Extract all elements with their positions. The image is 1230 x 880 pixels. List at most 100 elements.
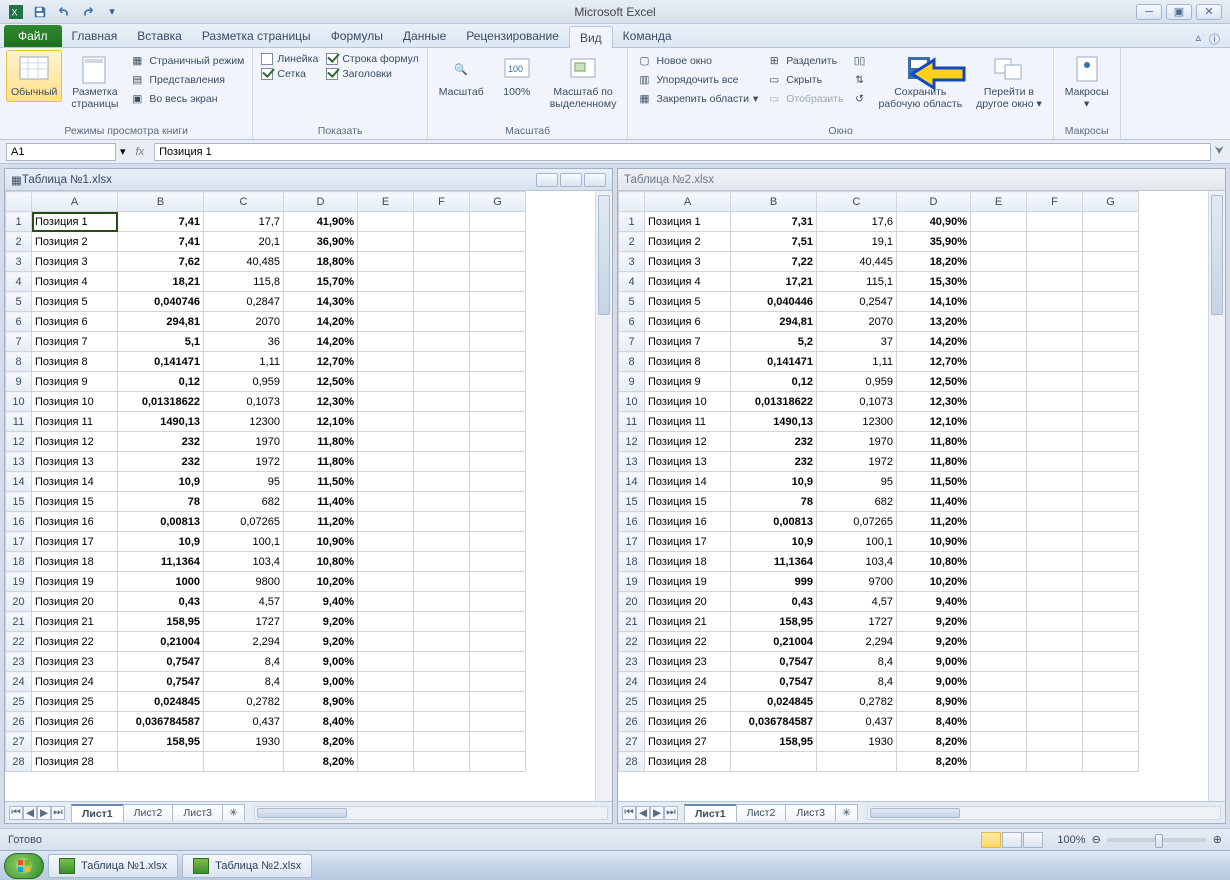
cell[interactable]: Позиция 17 <box>32 532 118 552</box>
row-header[interactable]: 16 <box>619 512 645 532</box>
tab-first[interactable]: ⏮ <box>9 806 23 820</box>
sheet-tab-1[interactable]: Лист1 <box>71 804 124 822</box>
cell[interactable]: Позиция 28 <box>32 752 118 772</box>
cell[interactable] <box>470 472 526 492</box>
cell[interactable]: 9,20% <box>284 612 358 632</box>
help-icon[interactable]: ⓘ <box>1209 31 1220 47</box>
cell[interactable] <box>358 392 414 412</box>
cell[interactable]: Позиция 1 <box>645 212 731 232</box>
cell[interactable]: 1000 <box>118 572 204 592</box>
cell[interactable] <box>470 292 526 312</box>
cell[interactable]: 11,80% <box>897 432 971 452</box>
cell[interactable] <box>971 612 1027 632</box>
cell[interactable] <box>470 212 526 232</box>
cell[interactable] <box>414 552 470 572</box>
cell[interactable]: 0,7547 <box>731 652 817 672</box>
cell[interactable]: Позиция 8 <box>645 352 731 372</box>
cell[interactable]: 0,7547 <box>118 672 204 692</box>
cell[interactable] <box>470 312 526 332</box>
cell[interactable]: 15,70% <box>284 272 358 292</box>
cell[interactable]: 35,90% <box>897 232 971 252</box>
arrange-all-button[interactable]: ▥Упорядочить все <box>634 71 760 89</box>
cell[interactable]: 8,20% <box>897 752 971 772</box>
cell[interactable]: 0,01318622 <box>118 392 204 412</box>
cell[interactable]: Позиция 15 <box>645 492 731 512</box>
cell[interactable] <box>1027 392 1083 412</box>
cell[interactable] <box>1083 252 1139 272</box>
col-header[interactable]: C <box>204 192 284 212</box>
cell[interactable]: 14,10% <box>897 292 971 312</box>
taskbar-item-1[interactable]: Таблица №1.xlsx <box>48 854 178 878</box>
cell[interactable] <box>817 752 897 772</box>
cell[interactable] <box>971 552 1027 572</box>
cell[interactable] <box>1083 492 1139 512</box>
cell[interactable]: 17,21 <box>731 272 817 292</box>
cell[interactable]: 2,294 <box>817 632 897 652</box>
cell[interactable] <box>971 512 1027 532</box>
cell[interactable] <box>414 232 470 252</box>
cell[interactable]: 11,40% <box>284 492 358 512</box>
cell[interactable] <box>1027 592 1083 612</box>
cell[interactable] <box>470 752 526 772</box>
cell[interactable]: Позиция 10 <box>32 392 118 412</box>
cell[interactable]: 1930 <box>204 732 284 752</box>
cell[interactable]: 7,51 <box>731 232 817 252</box>
row-header[interactable]: 26 <box>6 712 32 732</box>
cell[interactable]: 682 <box>817 492 897 512</box>
cell[interactable] <box>1027 492 1083 512</box>
row-header[interactable]: 23 <box>619 652 645 672</box>
cell[interactable]: 11,50% <box>284 472 358 492</box>
row-header[interactable]: 15 <box>619 492 645 512</box>
cell[interactable] <box>470 332 526 352</box>
cell[interactable] <box>971 392 1027 412</box>
name-box[interactable]: A1 <box>6 143 116 161</box>
cell[interactable] <box>1083 632 1139 652</box>
cell[interactable]: Позиция 11 <box>32 412 118 432</box>
cell[interactable]: 95 <box>204 472 284 492</box>
gridlines-checkbox[interactable]: Сетка <box>259 67 320 81</box>
cell[interactable] <box>414 272 470 292</box>
cell[interactable]: 14,20% <box>284 312 358 332</box>
cell[interactable]: 10,90% <box>897 532 971 552</box>
maximize-button[interactable]: ▣ <box>1166 4 1192 20</box>
cell[interactable]: Позиция 24 <box>32 672 118 692</box>
cell[interactable]: 37 <box>817 332 897 352</box>
cell[interactable] <box>414 592 470 612</box>
cell[interactable]: 15,30% <box>897 272 971 292</box>
row-header[interactable]: 25 <box>619 692 645 712</box>
tab-view[interactable]: Вид <box>569 26 613 48</box>
cell[interactable] <box>358 612 414 632</box>
col-header[interactable]: A <box>645 192 731 212</box>
cell[interactable]: 40,445 <box>817 252 897 272</box>
cell[interactable] <box>971 692 1027 712</box>
cell[interactable] <box>1083 352 1139 372</box>
cell[interactable] <box>1027 712 1083 732</box>
cell[interactable] <box>470 612 526 632</box>
row-header[interactable]: 4 <box>619 272 645 292</box>
cell[interactable] <box>414 332 470 352</box>
cell[interactable] <box>414 512 470 532</box>
cell[interactable] <box>1083 392 1139 412</box>
row-header[interactable]: 13 <box>6 452 32 472</box>
tab-formulas[interactable]: Формулы <box>321 25 393 47</box>
cell[interactable]: Позиция 19 <box>645 572 731 592</box>
cell[interactable]: 1,11 <box>817 352 897 372</box>
row-header[interactable]: 17 <box>619 532 645 552</box>
row-header[interactable]: 26 <box>619 712 645 732</box>
cell[interactable] <box>1083 312 1139 332</box>
cell[interactable]: Позиция 15 <box>32 492 118 512</box>
cell[interactable]: 0,01318622 <box>731 392 817 412</box>
switch-windows-button[interactable]: Перейти в другое окно ▾ <box>971 50 1047 113</box>
cell[interactable] <box>1027 572 1083 592</box>
row-header[interactable]: 1 <box>6 212 32 232</box>
cell[interactable]: 100,1 <box>204 532 284 552</box>
cell[interactable] <box>470 392 526 412</box>
cell[interactable]: 115,8 <box>204 272 284 292</box>
cell[interactable] <box>1027 292 1083 312</box>
cell[interactable] <box>1027 692 1083 712</box>
cell[interactable] <box>358 312 414 332</box>
cell[interactable] <box>1027 532 1083 552</box>
row-header[interactable]: 8 <box>6 352 32 372</box>
cell[interactable]: 9,00% <box>897 652 971 672</box>
cell[interactable] <box>358 712 414 732</box>
